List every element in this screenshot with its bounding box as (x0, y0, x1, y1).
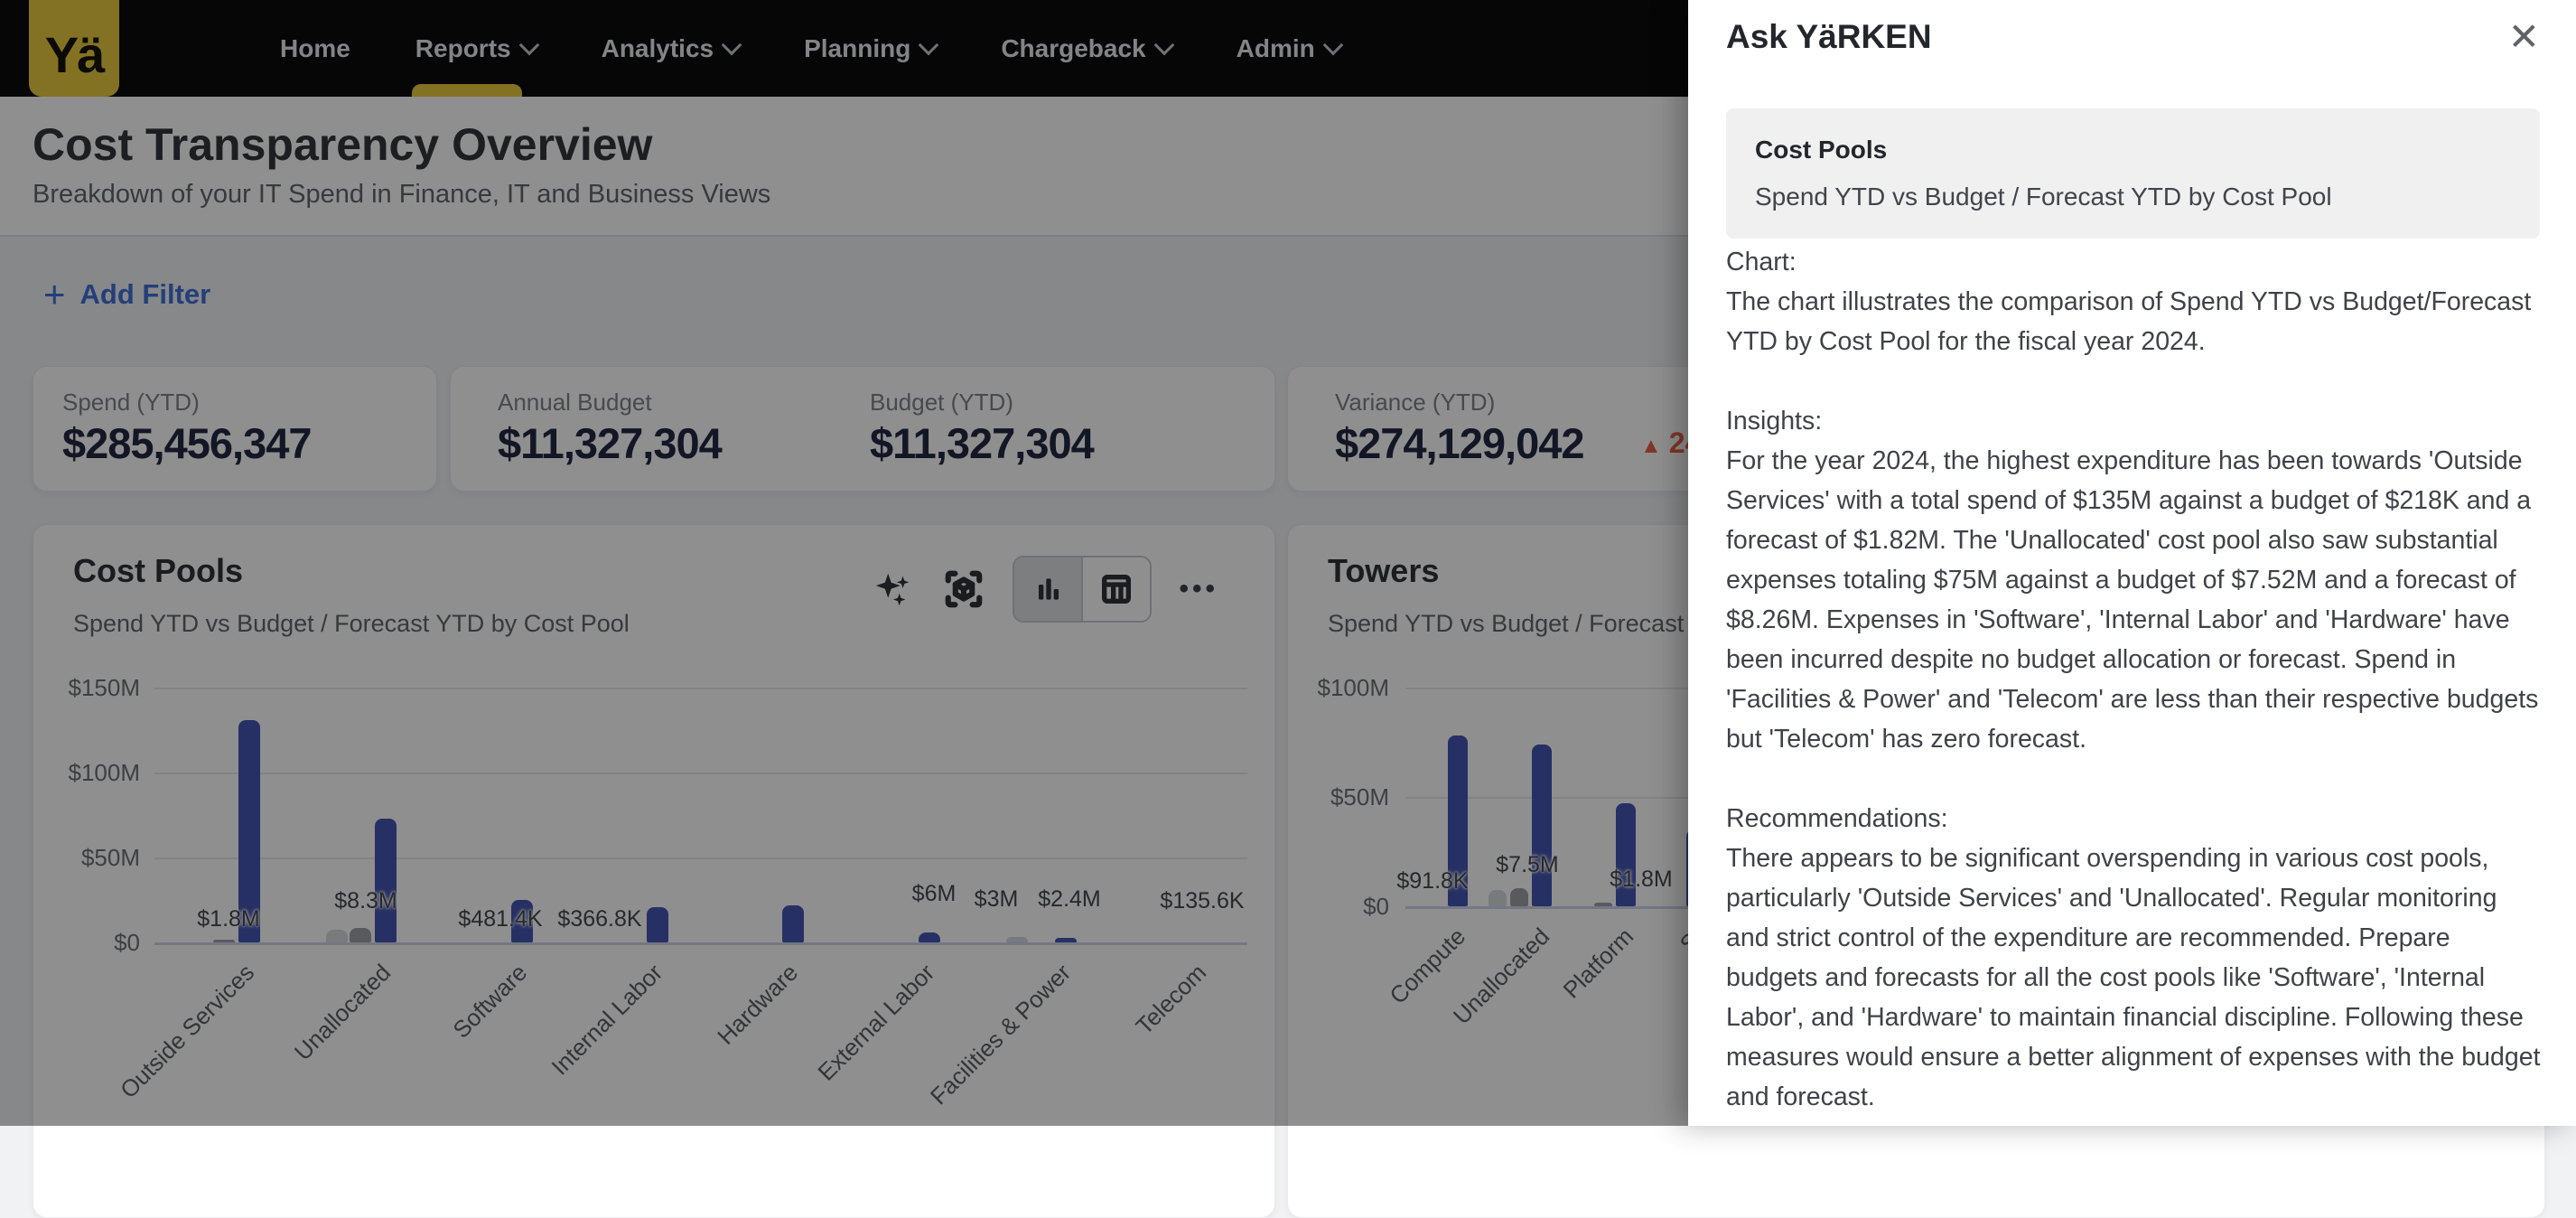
drawer-body: Chart: The chart illustrates the compari… (1726, 242, 2543, 1157)
ask-yarken-drawer: Ask YäRKEN ✕ Cost Pools Spend YTD vs Bud… (1688, 0, 2576, 1126)
section-body: For the year 2024, the highest expenditu… (1726, 446, 2539, 754)
section-insights: Insights: For the year 2024, the highest… (1726, 401, 2543, 759)
close-icon[interactable]: ✕ (2508, 14, 2540, 59)
context-subtitle: Spend YTD vs Budget / Forecast YTD by Co… (1755, 183, 2332, 211)
chart-context-card: Cost Pools Spend YTD vs Budget / Forecas… (1726, 108, 2540, 239)
section-chart: Chart: The chart illustrates the compari… (1726, 242, 2543, 361)
section-body: There appears to be significant overspen… (1726, 844, 2541, 1111)
drawer-title: Ask YäRKEN (1726, 18, 1932, 55)
section-body: The chart illustrates the comparison of … (1726, 287, 2532, 356)
section-heading: Chart: (1726, 248, 1797, 276)
section-recommendations: Recommendations: There appears to be sig… (1726, 799, 2543, 1117)
context-title: Cost Pools (1755, 136, 1888, 164)
section-heading: Insights: (1726, 407, 1823, 436)
section-heading: Recommendations: (1726, 804, 1948, 833)
